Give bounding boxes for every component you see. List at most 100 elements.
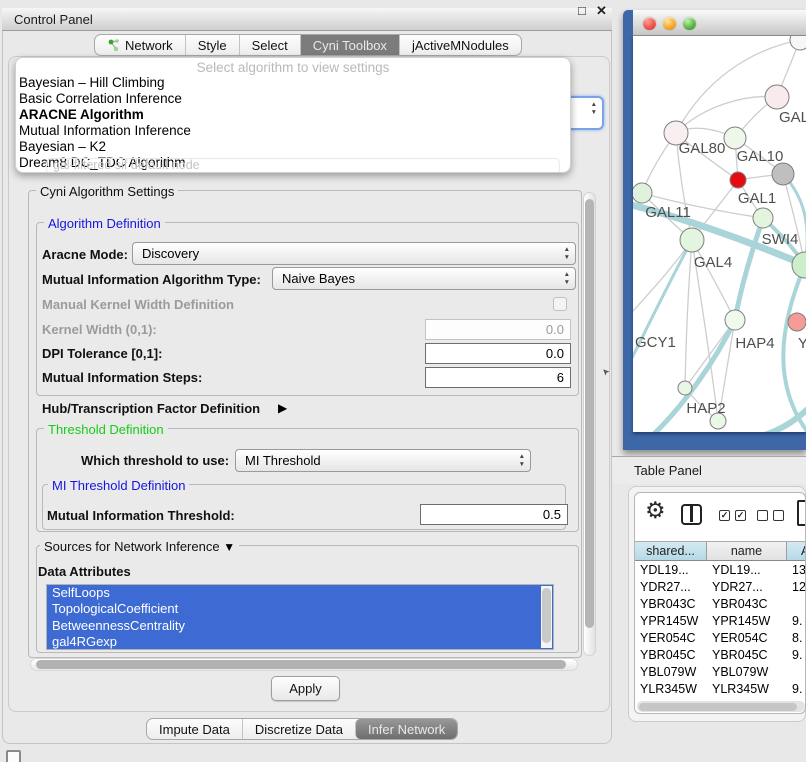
tab-style[interactable]: Style: [185, 35, 239, 55]
disclosure-collapsed-icon[interactable]: ▶: [278, 401, 287, 415]
tab-discretize-data[interactable]: Discretize Data: [242, 719, 355, 739]
disclosure-expanded-icon[interactable]: ▼: [223, 540, 235, 554]
tab-impute-data[interactable]: Impute Data: [147, 719, 242, 739]
algorithm-option[interactable]: ARACNE Algorithm: [16, 107, 570, 123]
table-cell: 9.: [787, 682, 806, 696]
manual-kernel-checkbox[interactable]: [553, 297, 567, 311]
attributes-scrollbar-thumb[interactable]: [542, 588, 551, 643]
algorithm-select-combo-edge[interactable]: ▲▼: [566, 96, 604, 130]
table-cell: YDL19...: [635, 563, 707, 577]
table-row[interactable]: YBR045CYBR045C9.: [635, 646, 806, 663]
which-threshold-combo[interactable]: MI Threshold ▲▼: [235, 449, 531, 472]
table-row[interactable]: YIL052CYIL052C9: [635, 697, 806, 700]
kernel-width-field[interactable]: 0.0: [425, 319, 571, 340]
checked-box-icon[interactable]: ✓: [719, 510, 730, 521]
network-node[interactable]: [753, 208, 773, 228]
algorithm-option[interactable]: Bayesian – K2: [16, 139, 570, 155]
node-label: Y: [798, 335, 806, 352]
column-header-clipped[interactable]: A: [787, 541, 806, 561]
settings-vertical-scrollbar-thumb[interactable]: [585, 199, 594, 628]
node-label: GAL80: [679, 140, 726, 157]
network-node[interactable]: [724, 127, 746, 149]
table-row[interactable]: YPR145WYPR145W9.: [635, 612, 806, 629]
gear-icon[interactable]: ⚙: [645, 497, 666, 523]
column-header-shared-name[interactable]: shared...: [635, 541, 707, 561]
network-node[interactable]: [730, 172, 746, 188]
data-attribute-item[interactable]: SelfLoops: [47, 585, 553, 601]
combo-spinner-icon: ▲▼: [591, 101, 597, 116]
network-node[interactable]: [792, 252, 806, 278]
table-cell: 12: [787, 580, 806, 594]
aracne-mode-combo[interactable]: Discovery ▲▼: [132, 242, 576, 265]
table-row[interactable]: YDR27...YDR27...12: [635, 578, 806, 595]
network-node[interactable]: [765, 85, 789, 109]
table-cell: 9.: [787, 648, 806, 662]
float-window-icon[interactable]: □: [578, 3, 586, 18]
table-cell: 8.: [787, 631, 806, 645]
table-cell: 13: [787, 563, 806, 577]
zoom-traffic-light-icon[interactable]: [683, 17, 696, 30]
aracne-mode-value: Discovery: [142, 246, 199, 261]
cyni-settings-title: Cyni Algorithm Settings: [36, 184, 178, 199]
unchecked-box-icon[interactable]: [757, 510, 768, 521]
data-attribute-item[interactable]: TopologicalCoefficient: [47, 601, 553, 617]
table-row[interactable]: YLR345WYLR345W9.: [635, 680, 806, 697]
checked-box-icon[interactable]: ✓: [735, 510, 746, 521]
network-window-titlebar[interactable]: [633, 10, 806, 36]
tab-infer-network[interactable]: Infer Network: [355, 719, 457, 739]
algorithm-option[interactable]: Bayesian – Hill Climbing: [16, 75, 570, 91]
tab-select-label: Select: [252, 38, 288, 53]
network-canvas[interactable]: GALGAL80GAL10GAL1GAL11SWI4GAL4GCY1HAP4YH…: [633, 36, 806, 432]
algorithm-dropdown-prompt: Select algorithm to view settings: [16, 60, 570, 75]
apply-button[interactable]: Apply: [271, 676, 340, 701]
kernel-width-label: Kernel Width (0,1):: [42, 322, 157, 337]
mi-threshold-field[interactable]: 0.5: [420, 504, 568, 525]
data-attribute-item[interactable]: BetweennessCentrality: [47, 618, 553, 634]
network-node[interactable]: [680, 228, 704, 252]
control-panel-title: Control Panel: [14, 12, 93, 27]
tab-discretize-data-label: Discretize Data: [255, 722, 343, 737]
network-node[interactable]: [772, 163, 794, 185]
close-icon[interactable]: ✕: [596, 3, 607, 19]
sources-title-text: Sources for Network Inference: [44, 539, 220, 554]
algorithm-definition-title: Algorithm Definition: [44, 216, 165, 231]
dpi-tolerance-field[interactable]: 0.0: [425, 343, 571, 364]
network-node[interactable]: [678, 381, 692, 395]
table-horizontal-scrollbar[interactable]: [637, 701, 805, 712]
table-horizontal-scrollbar-thumb[interactable]: [639, 703, 797, 711]
network-node[interactable]: [790, 36, 806, 50]
table-row[interactable]: YBR043CYBR043C: [635, 595, 806, 612]
mi-steps-field[interactable]: 6: [425, 367, 571, 388]
node-label: HAP2: [686, 400, 725, 417]
document-icon[interactable]: [797, 500, 806, 526]
minimize-traffic-light-icon[interactable]: [663, 17, 676, 30]
column-header-name[interactable]: name: [707, 541, 787, 561]
attributes-scrollbar[interactable]: [541, 586, 552, 648]
threshold-definition-title: Threshold Definition: [44, 422, 168, 437]
unchecked-box-icon[interactable]: [773, 510, 784, 521]
hub-definition-label: Hub/Transcription Factor Definition: [42, 401, 260, 416]
collapsed-panel-icon[interactable]: [6, 750, 21, 762]
tab-style-label: Style: [198, 38, 227, 53]
table-row[interactable]: YER054CYER054C8.: [635, 629, 806, 646]
close-traffic-light-icon[interactable]: [643, 17, 656, 30]
tab-select[interactable]: Select: [239, 35, 300, 55]
tab-cyni-toolbox[interactable]: Cyni Toolbox: [300, 35, 399, 55]
network-node[interactable]: [725, 310, 745, 330]
combo-spinner-icon: ▲▼: [564, 271, 570, 286]
split-columns-icon[interactable]: [681, 504, 702, 525]
table-row[interactable]: YBL079WYBL079W: [635, 663, 806, 680]
data-attribute-item[interactable]: gal4RGexp: [47, 634, 553, 650]
table-cell: YBR043C: [635, 597, 707, 611]
algorithm-option[interactable]: Basic Correlation Inference: [16, 91, 570, 107]
tab-network[interactable]: Network: [95, 35, 185, 55]
table-row[interactable]: YDL19...YDL19...13: [635, 561, 806, 578]
data-attributes-list[interactable]: SelfLoopsTopologicalCoefficientBetweenne…: [46, 584, 554, 650]
network-node[interactable]: [633, 183, 652, 203]
network-node[interactable]: [788, 313, 806, 331]
settings-horizontal-scrollbar-thumb[interactable]: [36, 660, 566, 669]
kernel-width-value: 0.0: [546, 322, 564, 337]
algorithm-option[interactable]: Mutual Information Inference: [16, 123, 570, 139]
tab-jactivemnodules[interactable]: jActiveMNodules: [399, 35, 521, 55]
mi-type-combo[interactable]: Naive Bayes ▲▼: [272, 267, 576, 290]
